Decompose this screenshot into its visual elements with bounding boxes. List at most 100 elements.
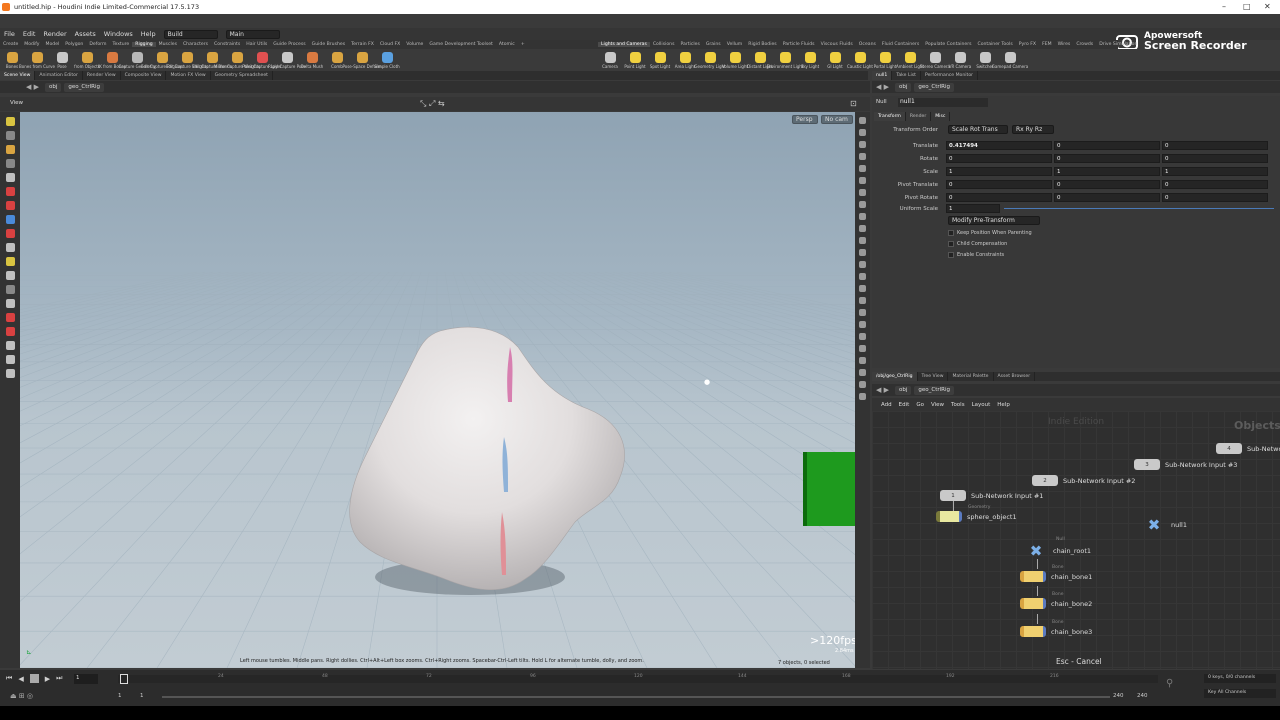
viewer-tool-icon[interactable] (5, 285, 15, 294)
camera-dropdown[interactable]: No cam (821, 115, 853, 124)
param-pane-tab[interactable]: null1 (872, 71, 893, 80)
shelf-tab[interactable]: Particles (677, 42, 702, 47)
shelf-tab[interactable]: Terrain FX (348, 42, 377, 47)
shelf-tab[interactable]: Atomic (496, 42, 518, 47)
param-field-x[interactable]: 0.417494 (946, 141, 1052, 150)
shelf-tab[interactable]: Rigging (132, 42, 156, 47)
display-option-icon[interactable] (859, 321, 866, 328)
display-option-icon[interactable] (859, 249, 866, 256)
play-reverse-icon[interactable]: ◀ (18, 675, 23, 683)
network-menu-item[interactable]: Tools (951, 402, 965, 408)
viewer-tool-icon[interactable] (5, 131, 15, 140)
param-pane-tab[interactable]: Performance Monitor (921, 71, 979, 80)
network-nav-icon[interactable]: ◀ ▶ (876, 386, 889, 394)
key-all-channels-button[interactable]: Key All Channels (1204, 689, 1276, 698)
shelf-tool-button[interactable]: Volume Light (722, 49, 748, 69)
shelf-tool-button[interactable]: Pose (50, 49, 74, 69)
viewer-pane-tab[interactable]: Composite View (121, 71, 167, 80)
display-option-icon[interactable] (859, 393, 866, 400)
network-node[interactable]: chain_bone2 (1020, 598, 1092, 609)
range-end-field[interactable]: 240 (1113, 693, 1124, 699)
network-node[interactable]: sphere_object1 (936, 511, 1017, 522)
menu-edit[interactable]: Edit (19, 30, 40, 38)
viewer-pane-tab[interactable]: Geometry Spreadsheet (211, 71, 273, 80)
shelf-tab[interactable]: Cloud FX (377, 42, 403, 47)
display-option-icon[interactable] (859, 333, 866, 340)
viewer-tool-icon[interactable] (5, 313, 15, 322)
shelf-tool-button[interactable]: Ambient Light (896, 49, 924, 69)
param-field-y[interactable]: 0 (1054, 180, 1160, 189)
network-pane-tab[interactable]: Asset Browser (994, 372, 1036, 381)
viewer-tool-icon[interactable] (5, 355, 15, 364)
desktop-build-dropdown[interactable]: Build (163, 29, 218, 39)
stop-icon[interactable] (29, 674, 39, 683)
shelf-tool-button[interactable]: Area Light (673, 49, 697, 69)
shelf-tab[interactable]: Wires (1055, 42, 1074, 47)
display-option-icon[interactable] (859, 237, 866, 244)
path-root[interactable]: obj (45, 82, 62, 92)
shelf-tool-button[interactable]: Spot Light (648, 49, 672, 69)
display-option-icon[interactable] (859, 381, 866, 388)
shelf-tool-button[interactable]: Rigid Capture Pose (268, 49, 306, 69)
shelf-tool-button[interactable]: Geometry Light (694, 49, 726, 69)
shelf-tool-button[interactable]: Sky Light (798, 49, 822, 69)
shelf-tool-button[interactable]: Stereo Camera (920, 49, 950, 69)
rotate-order-dropdown[interactable]: Rx Ry Rz (1012, 125, 1054, 134)
shelf-tool-button[interactable]: VR Camera (948, 49, 972, 69)
param-field-z[interactable]: 0 (1162, 141, 1268, 150)
viewport-close-icon[interactable]: ⊡ (850, 99, 857, 108)
shelf-tool-button[interactable]: Pose-Space Deform (342, 49, 382, 69)
display-option-icon[interactable] (859, 345, 866, 352)
shelf-tab[interactable]: Deform (86, 42, 109, 47)
range-end2-field[interactable]: 240 (1137, 693, 1148, 699)
param-field-x[interactable]: 0 (946, 193, 1052, 202)
shelf-tab[interactable]: Oceans (856, 42, 879, 47)
param-field-y[interactable]: 0 (1054, 141, 1160, 150)
view-tools-icon[interactable]: ⤡ ⤢ ⇆ (420, 99, 445, 109)
display-option-icon[interactable] (859, 297, 866, 304)
node-name-field[interactable]: null1 (898, 98, 988, 107)
param-path-root[interactable]: obj (895, 82, 912, 92)
param-field-z[interactable]: 0 (1162, 180, 1268, 189)
shelf-tab[interactable]: Hair Utils (243, 42, 270, 47)
shelf-tab[interactable]: Game Development Toolset (426, 42, 495, 47)
viewer-tool-icon[interactable] (5, 257, 15, 266)
shelf-tab[interactable]: Characters (180, 42, 211, 47)
network-path-node[interactable]: geo_CtrlRig (914, 385, 955, 395)
shelf-tab[interactable]: Volume (403, 42, 426, 47)
param-field-z[interactable]: 0 (1162, 193, 1268, 202)
sphere-object-mesh[interactable] (320, 317, 640, 607)
shelf-tab[interactable]: Populate Containers (922, 42, 974, 47)
display-option-icon[interactable] (859, 129, 866, 136)
child-compensation-checkbox[interactable] (948, 241, 954, 247)
shelf-tool-button[interactable]: Simple Cloth (374, 49, 400, 69)
shelf-tab[interactable]: Rigid Bodies (745, 42, 779, 47)
timeline-ruler[interactable]: 24 48 72 96 120 144 168 192 216 (118, 674, 1158, 684)
shelf-tool-button[interactable]: Point Light (623, 49, 647, 69)
shelf-tab[interactable]: Constraints (211, 42, 243, 47)
network-pane-tab[interactable]: Tree View (918, 372, 949, 381)
subnet-input-node[interactable]: 2 Sub-Network Input #2 (1032, 475, 1135, 486)
shelf-tab[interactable]: Create (0, 42, 21, 47)
param-field-x[interactable]: 0 (946, 180, 1052, 189)
param-field-y[interactable]: 0 (1054, 193, 1160, 202)
network-menu-item[interactable]: Add (881, 402, 892, 408)
menu-help[interactable]: Help (137, 30, 160, 38)
shelf-tab[interactable]: Collisions (650, 42, 678, 47)
green-box-object[interactable] (803, 452, 855, 526)
range-start2-field[interactable]: 1 (140, 693, 144, 699)
network-node[interactable]: chain_bone1 (1020, 571, 1092, 582)
shelf-tool-button[interactable]: Caustic Light (847, 49, 873, 69)
nav-back-icon[interactable]: ◀ ▶ (26, 83, 39, 91)
network-node[interactable]: ✖ null1 (1142, 517, 1187, 533)
shelf-tab[interactable]: Crowds (1073, 42, 1096, 47)
range-options-icon[interactable]: ⏏ ⊞ ◎ (10, 692, 33, 700)
viewer-pane-tab[interactable]: Animation Editor (35, 71, 83, 80)
viewer-pane-tab[interactable]: Motion FX View (166, 71, 211, 80)
network-path-root[interactable]: obj (895, 385, 912, 395)
param-path-node[interactable]: geo_CtrlRig (914, 82, 955, 92)
viewer-tool-icon[interactable] (5, 117, 15, 126)
shelf-tab[interactable]: Pyro FX (1016, 42, 1039, 47)
viewer-tool-icon[interactable] (5, 229, 15, 238)
display-option-icon[interactable] (859, 165, 866, 172)
